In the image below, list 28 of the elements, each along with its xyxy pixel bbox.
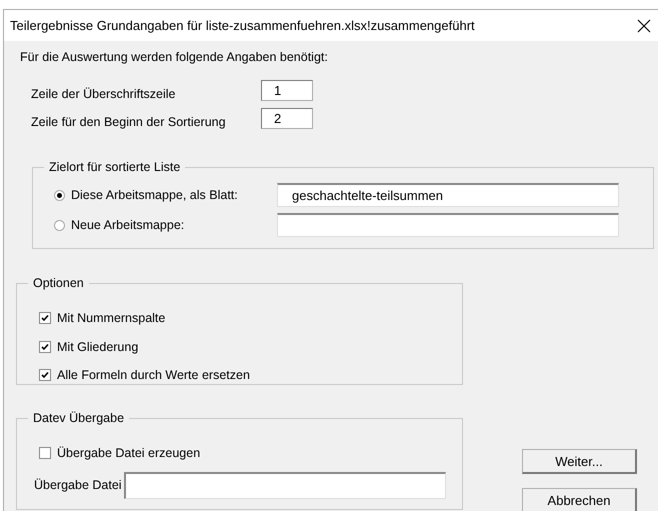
input-field[interactable]: geschachtelte-teilsummen xyxy=(277,183,619,207)
window-title: Teilergebnisse Grundangaben für liste-zusammenfuehren.xlsx!zusammengeführt xyxy=(10,18,476,33)
checkbox[interactable] xyxy=(39,369,51,382)
group-title: Datev Übergabe xyxy=(32,411,126,425)
checkbox[interactable] xyxy=(39,447,51,460)
input-field[interactable] xyxy=(277,213,619,237)
checkbox-label: Übergabe Datei erzeugen xyxy=(57,446,200,460)
intro-text: Für die Auswertung werden folgende Angaben benötigt: xyxy=(20,50,328,64)
field-label: Zeile der Überschriftszeile xyxy=(30,86,176,101)
input-field[interactable]: 2 xyxy=(261,108,313,128)
radio-label: Neue Arbeitsmappe: xyxy=(71,218,186,232)
checkbox[interactable] xyxy=(39,340,51,353)
group-title: Zielort für sortierte Liste xyxy=(48,160,182,174)
dialog-button[interactable]: Weiter... xyxy=(522,449,637,474)
checkbox-label: Mit Nummernspalte xyxy=(57,311,166,326)
checkbox[interactable] xyxy=(39,312,51,324)
checkbox-label: Alle Formeln durch Werte ersetzen xyxy=(57,368,250,382)
field-label: Zeile für den Beginn der Sortierung xyxy=(30,114,227,129)
input-field[interactable]: 1 xyxy=(261,80,313,100)
radio-label: Diese Arbeitsmappe, als Blatt: xyxy=(71,188,239,202)
radio-button[interactable] xyxy=(54,220,65,230)
close-icon[interactable] xyxy=(636,18,652,34)
input-field[interactable] xyxy=(124,472,446,498)
checkbox-label: Mit Gliederung xyxy=(57,340,138,354)
dialog-button[interactable]: Abbrechen xyxy=(522,488,637,511)
group-title: Optionen xyxy=(32,276,85,290)
field-label: Übergabe Datei xyxy=(34,478,122,492)
radio-button[interactable] xyxy=(54,190,65,200)
